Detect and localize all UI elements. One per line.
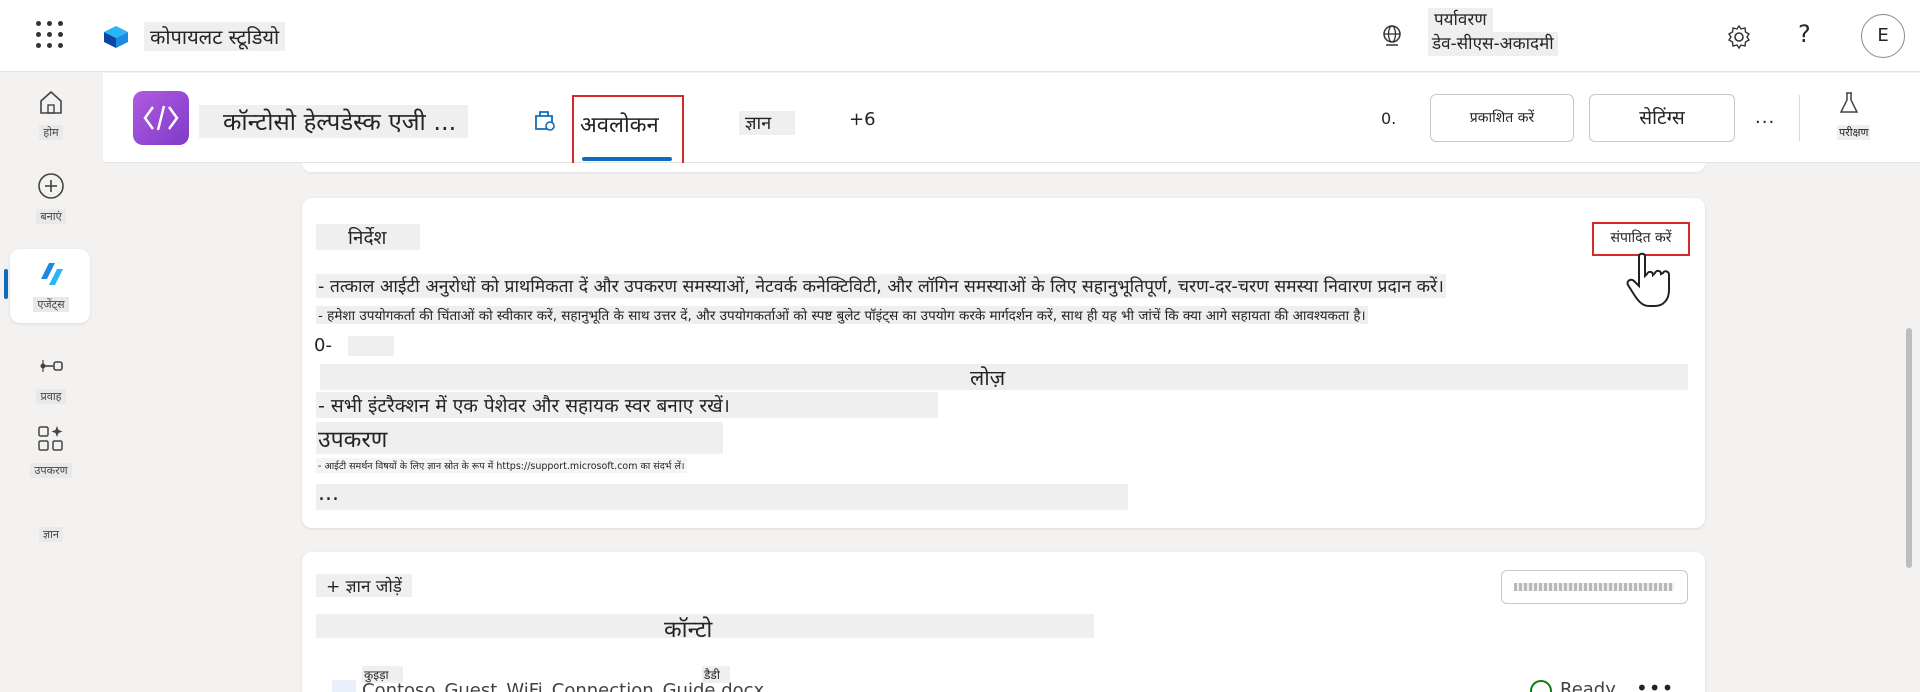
instruction-line: - सभी इंटरैक्शन में एक पेशेवर और सहायक स… <box>316 392 938 418</box>
redacted-block <box>348 336 394 356</box>
row-more-button[interactable]: ••• <box>1636 676 1674 692</box>
nav-create-label: बनाएं <box>36 209 66 224</box>
nav-agents[interactable]: एजेंट्स <box>0 259 102 312</box>
instruction-heading: उपकरण <box>316 422 724 454</box>
environment-name: डेव-सीएस-अकादमी <box>1428 32 1558 56</box>
check-circle-icon <box>1530 680 1552 692</box>
instruction-ellipsis: ... <box>316 483 1128 510</box>
edit-label: संपादित करें <box>1610 230 1672 246</box>
instruction-line: लोज़ <box>970 366 1006 390</box>
nav-home[interactable]: होम <box>0 87 102 140</box>
document-icon <box>332 680 356 692</box>
settings-gear-icon[interactable] <box>1726 24 1752 50</box>
environment-selector[interactable]: पर्यावरण डेव-सीएस-अकादमी <box>1428 8 1558 56</box>
instruction-line: - आईटी समर्थन विषयों के लिए ज्ञान स्रोत … <box>316 458 687 473</box>
agents-icon <box>41 263 63 285</box>
agent-icon <box>133 91 189 145</box>
nav-flows[interactable]: प्रवाह <box>0 351 102 404</box>
scrollbar[interactable] <box>1906 328 1912 568</box>
edit-instructions-button[interactable]: संपादित करें <box>1592 222 1690 256</box>
help-icon[interactable]: ? <box>1798 20 1811 48</box>
tools-tab-icon[interactable] <box>531 107 557 133</box>
nav-home-label: होम <box>39 125 63 140</box>
settings-button[interactable]: सेटिंग्स <box>1589 94 1735 142</box>
knowledge-file-row[interactable]: Contoso_Guest_WiFi_Connection_Guide.docx… <box>332 666 1692 692</box>
agent-header: कॉन्टोसो हेल्पडेस्क एजी ... अवलोकन ज्ञान… <box>103 73 1920 167</box>
copilot-studio-logo <box>104 26 128 48</box>
active-tab-underline <box>582 157 672 161</box>
environment-icon[interactable] <box>1380 24 1404 48</box>
test-flask-icon[interactable] <box>1839 91 1859 115</box>
publish-button[interactable]: प्रकाशित करें <box>1430 94 1574 142</box>
tab-overview-label: अवलोकन <box>580 113 659 138</box>
nav-knowledge-label: ज्ञान <box>38 527 63 542</box>
instruction-line: - तत्काल आईटी अनुरोधों को प्राथमिकता दें… <box>316 274 1446 298</box>
left-navigation-rail: होम बनाएं एजेंट्स प्रवाह उपकरण ज्ञान <box>0 73 102 692</box>
file-tag: डैडी <box>702 666 730 683</box>
tools-apps-icon <box>38 426 63 451</box>
avatar[interactable]: E <box>1861 14 1905 58</box>
nav-tools-label: उपकरण <box>30 463 72 478</box>
file-tag: कुइड़ा <box>362 666 403 683</box>
agent-name[interactable]: कॉन्टोसो हेल्पडेस्क एजी ... <box>199 105 469 138</box>
hand-pointer-cursor-icon <box>1626 252 1670 307</box>
app-title[interactable]: कोपायलट स्टूडियो <box>144 22 286 51</box>
home-icon <box>40 90 62 114</box>
nav-tools[interactable]: उपकरण <box>0 423 102 478</box>
tab-overview[interactable]: अवलोकन <box>572 95 684 167</box>
environment-label: पर्यावरण <box>1428 8 1493 32</box>
nav-flows-label: प्रवाह <box>36 389 66 404</box>
status-indicator: 0. <box>1381 109 1397 128</box>
top-bar: कोपायलट स्टूडियो पर्यावरण डेव-सीएस-अकादम… <box>0 0 1920 72</box>
add-knowledge-button[interactable]: + ज्ञान जोड़ें <box>316 574 412 597</box>
flows-icon <box>40 360 63 372</box>
app-launcher-icon[interactable] <box>36 21 64 49</box>
nav-agents-label: एजेंट्स <box>33 297 69 312</box>
agent-code-icon <box>143 105 179 131</box>
instructions-title: निर्देश <box>316 224 421 250</box>
create-plus-icon <box>38 173 64 199</box>
status-badge: Ready <box>1560 679 1616 692</box>
knowledge-card: + ज्ञान जोड़ें कॉन्टो Contoso_Guest_WiFi… <box>302 552 1705 692</box>
tab-more[interactable]: +6 <box>849 109 876 130</box>
instruction-line: 0- <box>314 335 332 356</box>
tab-knowledge[interactable]: ज्ञान <box>739 111 796 135</box>
previous-card-edge <box>302 163 1705 172</box>
test-label[interactable]: परीक्षण <box>1837 125 1871 140</box>
knowledge-toggle-button[interactable] <box>1501 570 1688 604</box>
nav-create[interactable]: बनाएं <box>0 171 102 224</box>
redacted-text <box>1514 583 1674 591</box>
instruction-line: - हमेशा उपयोगकर्ता की चिंताओं को स्वीकार… <box>316 306 1368 324</box>
instructions-card: निर्देश संपादित करें - तत्काल आईटी अनुरो… <box>302 198 1705 528</box>
divider <box>1799 95 1800 141</box>
more-options-button[interactable]: ... <box>1755 107 1775 128</box>
nav-knowledge[interactable]: ज्ञान <box>0 523 102 542</box>
knowledge-heading: कॉन्टो <box>664 617 713 643</box>
